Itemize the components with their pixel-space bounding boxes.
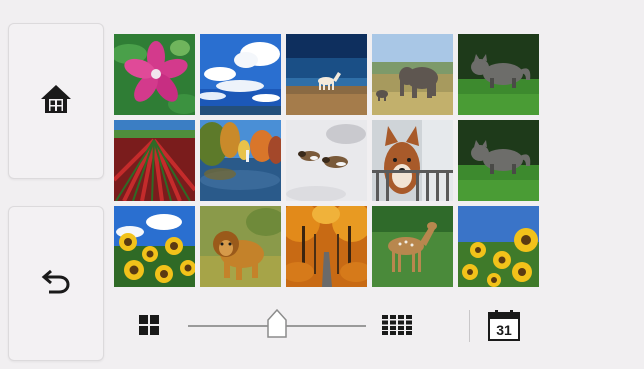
photo-thumbnail[interactable] xyxy=(458,34,539,115)
zoom-slider[interactable] xyxy=(188,300,366,350)
photo-thumbnail[interactable] xyxy=(200,120,281,201)
photo-thumbnail[interactable] xyxy=(200,206,281,287)
photo-thumbnail[interactable] xyxy=(458,206,539,287)
photo-thumbnail[interactable] xyxy=(286,206,367,287)
calendar-day-label: 31 xyxy=(496,322,512,338)
home-icon xyxy=(39,82,73,121)
photo-thumbnail[interactable] xyxy=(200,34,281,115)
photo-grid xyxy=(114,34,540,287)
grid-2x2-icon[interactable] xyxy=(139,315,159,340)
photo-thumbnail[interactable] xyxy=(114,34,195,115)
grid-4x4-icon[interactable] xyxy=(382,315,412,340)
photo-thumbnail[interactable] xyxy=(114,120,195,201)
view-toolbar: 31 xyxy=(114,300,540,350)
back-button[interactable] xyxy=(8,206,104,361)
calendar-icon[interactable]: 31 xyxy=(487,309,521,341)
photo-thumbnail[interactable] xyxy=(372,120,453,201)
toolbar-divider xyxy=(469,310,470,342)
photo-thumbnail[interactable] xyxy=(114,206,195,287)
photo-thumbnail[interactable] xyxy=(286,34,367,115)
photo-thumbnail[interactable] xyxy=(458,120,539,201)
photo-thumbnail[interactable] xyxy=(286,120,367,201)
slider-handle[interactable] xyxy=(267,308,287,339)
photo-thumbnail[interactable] xyxy=(372,206,453,287)
photo-thumbnail[interactable] xyxy=(372,34,453,115)
home-button[interactable] xyxy=(8,23,104,179)
back-arrow-icon xyxy=(41,267,71,300)
